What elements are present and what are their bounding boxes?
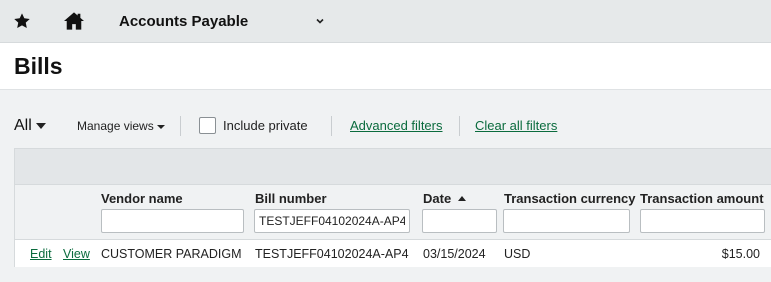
- column-header-vendor-name[interactable]: Vendor name: [101, 191, 183, 206]
- home-icon[interactable]: [63, 11, 85, 31]
- divider: [459, 116, 460, 136]
- bills-table: Vendor name Bill number Date Transaction…: [14, 148, 771, 267]
- caret-down-icon: [35, 122, 46, 129]
- star-icon[interactable]: [13, 12, 31, 30]
- divider: [331, 116, 332, 136]
- clear-all-filters-link[interactable]: Clear all filters: [475, 118, 557, 133]
- sort-ascending-icon: [458, 196, 467, 202]
- vendor-name-filter-input[interactable]: [101, 209, 244, 233]
- view-link[interactable]: View: [63, 247, 90, 261]
- vendor-name-cell: CUSTOMER PARADIGM: [101, 247, 242, 261]
- column-header-date-label: Date: [423, 191, 452, 206]
- app-title[interactable]: Accounts Payable: [119, 13, 248, 30]
- bill-number-cell: TESTJEFF04102024A-AP4: [255, 247, 409, 261]
- divider: [180, 116, 181, 136]
- page-header: Bills: [0, 43, 771, 90]
- table-header: Vendor name Bill number Date Transaction…: [15, 185, 771, 240]
- transaction-currency-filter-input[interactable]: [503, 209, 630, 233]
- transaction-amount-filter-input[interactable]: [640, 209, 765, 233]
- include-private-checkbox[interactable]: [199, 117, 216, 134]
- column-header-bill-number[interactable]: Bill number: [255, 191, 327, 206]
- page-title: Bills: [14, 53, 63, 79]
- view-selector-label: All: [14, 117, 32, 134]
- include-private-label: Include private: [223, 118, 308, 133]
- caret-down-icon: [156, 124, 165, 129]
- date-cell: 03/15/2024: [423, 247, 486, 261]
- date-filter-input[interactable]: [422, 209, 497, 233]
- manage-views-label: Manage views: [77, 119, 154, 133]
- filter-bar: All Manage views Include private Advance…: [0, 108, 771, 144]
- manage-views-button[interactable]: Manage views: [77, 119, 165, 133]
- column-header-transaction-amount[interactable]: Transaction amount: [640, 191, 764, 206]
- transaction-currency-cell: USD: [504, 247, 531, 261]
- top-navigation-bar: Accounts Payable: [0, 0, 771, 43]
- bill-number-filter-input[interactable]: [254, 209, 410, 233]
- chevron-down-icon[interactable]: [314, 15, 326, 27]
- column-header-transaction-currency[interactable]: Transaction currency: [504, 191, 636, 206]
- table-row: Edit View CUSTOMER PARADIGM TESTJEFF0410…: [15, 241, 771, 267]
- table-toolbar: [15, 149, 771, 185]
- advanced-filters-link[interactable]: Advanced filters: [350, 118, 443, 133]
- transaction-amount-cell: $15.00: [721, 247, 760, 261]
- edit-link[interactable]: Edit: [30, 247, 52, 261]
- column-header-date[interactable]: Date: [423, 191, 467, 206]
- view-selector[interactable]: All: [14, 117, 46, 135]
